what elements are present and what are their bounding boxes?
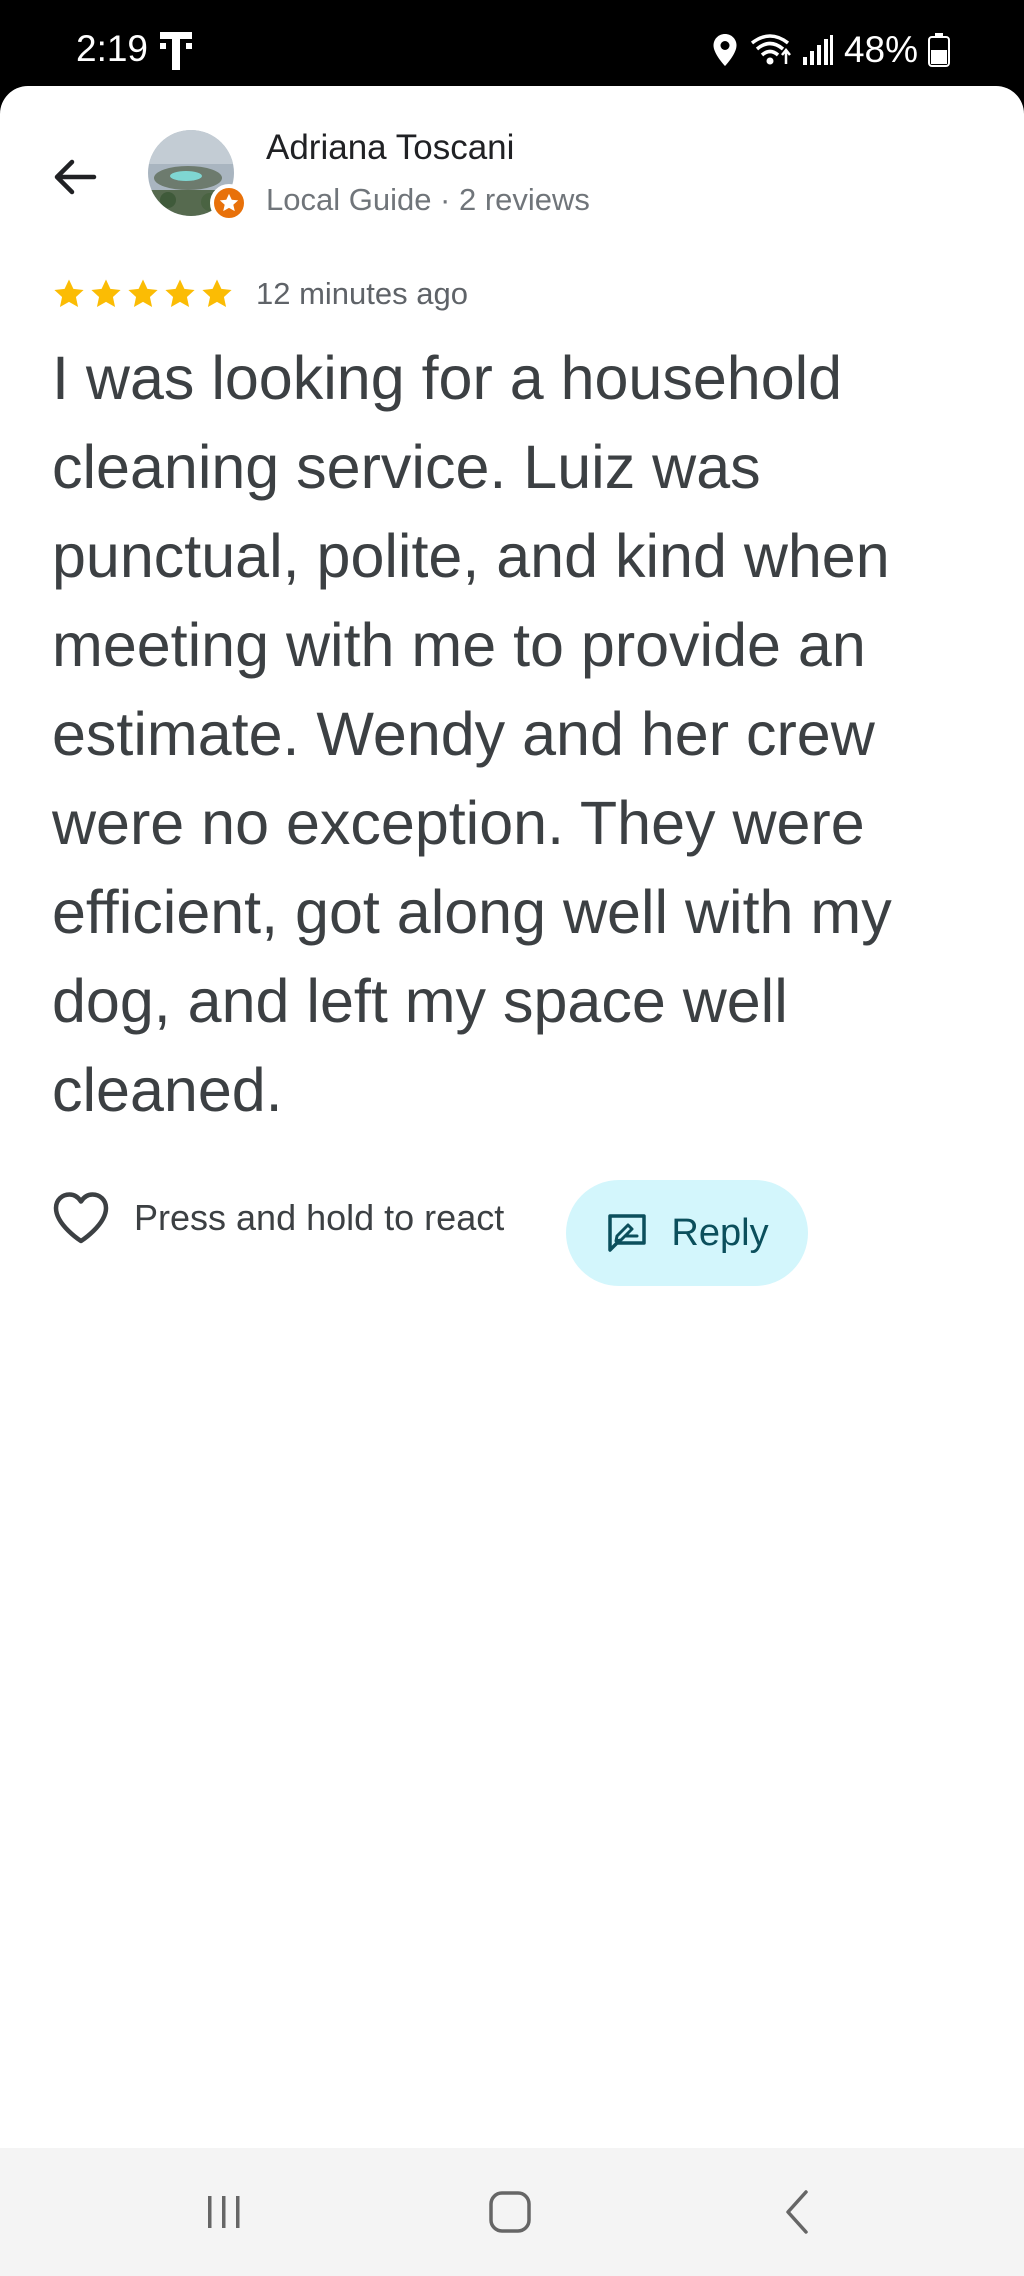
author-meta: Local Guide · 2 reviews xyxy=(266,182,590,217)
signal-icon xyxy=(802,35,833,65)
author-avatar[interactable] xyxy=(148,130,248,230)
react-label: Press and hold to react xyxy=(134,1197,505,1238)
location-icon xyxy=(713,34,737,66)
back-button[interactable] xyxy=(40,142,110,212)
recent-apps-button[interactable] xyxy=(184,2182,264,2242)
star-icon xyxy=(165,279,195,308)
review-sheet: Adriana Toscani Local Guide · 2 reviews … xyxy=(0,86,1024,2148)
arrow-back-icon xyxy=(54,159,97,195)
battery-icon xyxy=(928,33,950,67)
star-icon xyxy=(54,279,84,308)
wifi-icon xyxy=(750,34,791,65)
rating-row: 12 minutes ago xyxy=(52,272,468,316)
local-guide-badge xyxy=(210,184,248,222)
battery-percent: 48% xyxy=(843,29,918,70)
author-name[interactable]: Adriana Toscani xyxy=(266,128,514,168)
reply-label: Reply xyxy=(671,1211,769,1254)
react-control[interactable]: Press and hold to react xyxy=(52,1178,504,1258)
status-time: 2:19 xyxy=(76,28,149,69)
star-rating xyxy=(52,277,234,311)
chevron-left-icon xyxy=(786,2190,808,2234)
reply-button[interactable]: Reply xyxy=(566,1180,808,1286)
recent-apps-icon xyxy=(208,2196,240,2228)
navigation-bar xyxy=(0,2148,1024,2276)
home-button[interactable] xyxy=(470,2182,550,2242)
star-badge-icon xyxy=(219,193,239,212)
review-time: 12 minutes ago xyxy=(256,276,468,311)
status-icons: 48% xyxy=(712,28,950,72)
status-bar: 2:19 48% xyxy=(0,0,1024,100)
heart-icon xyxy=(53,1192,109,1244)
review-text: I was looking for a household cleaning s… xyxy=(52,344,892,1124)
star-icon xyxy=(91,279,121,308)
home-icon xyxy=(489,2191,531,2233)
reply-icon xyxy=(608,1214,647,1252)
t-mobile-icon xyxy=(160,32,192,70)
star-icon xyxy=(128,279,158,308)
nav-back-button[interactable] xyxy=(758,2182,838,2242)
star-icon xyxy=(202,279,232,308)
